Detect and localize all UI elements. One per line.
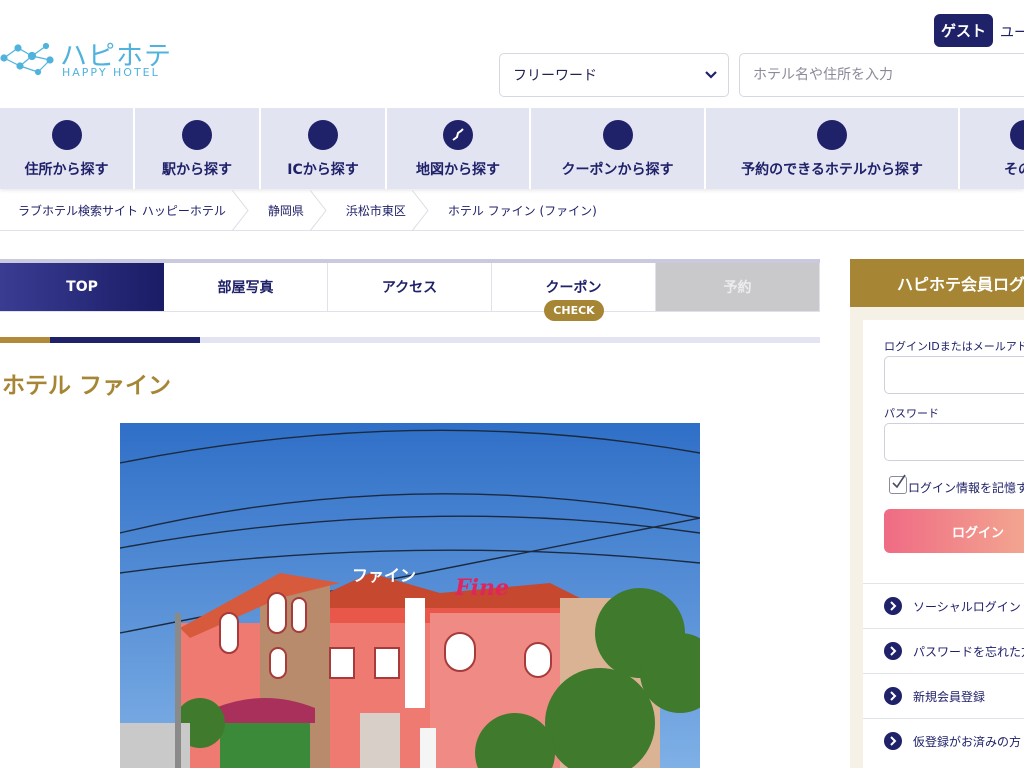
tab-reservation: 予約 [656, 263, 820, 312]
hotel-tabs: TOP 部屋写真 アクセス クーポン 予約 [0, 259, 820, 312]
link-label: 新規会員登録 [913, 689, 986, 704]
user-menu-link[interactable]: ユー [1000, 22, 1024, 42]
nav-item-label: その他 [1004, 162, 1024, 178]
nav-item-address[interactable]: 住所から探す [0, 108, 135, 189]
login-id-label: ログインIDまたはメールアドレ [884, 340, 1024, 353]
chevron-down-icon [705, 71, 717, 79]
progress-gold-segment [0, 337, 50, 343]
more-icon [1010, 120, 1024, 150]
map-icon [443, 120, 473, 150]
remember-checkbox[interactable] [889, 474, 907, 494]
breadcrumb-item-city[interactable]: 浜松市東区 [328, 189, 430, 231]
link-label: パスワードを忘れた方 [913, 644, 1024, 659]
check-icon [892, 474, 906, 489]
login-button[interactable]: ログイン [884, 509, 1024, 553]
forgot-password-link[interactable]: パスワードを忘れた方 [863, 628, 1024, 673]
chevron-right-icon [884, 732, 902, 750]
breadcrumb-separator-icon [309, 189, 327, 231]
breadcrumb-item-prefecture[interactable]: 静岡県 [250, 189, 328, 231]
link-label: ソーシャルログイン [913, 599, 1021, 614]
login-panel-title: ハピホテ会員ログ [850, 259, 1024, 307]
tab-access[interactable]: アクセス [328, 263, 492, 312]
search-type-value: フリーワード [513, 68, 597, 84]
coupon-check-badge[interactable]: CHECK [544, 300, 604, 321]
nav-item-coupon[interactable]: クーポンから探す [531, 108, 706, 189]
register-link[interactable]: 新規会員登録 [863, 673, 1024, 718]
link-label: 仮登録がお済みの方 [913, 734, 1022, 749]
train-icon [182, 120, 212, 150]
breadcrumb-item-current: ホテル ファイン (ファイン) [430, 190, 621, 231]
nav-item-ic[interactable]: ICから探す [261, 108, 387, 189]
chevron-right-icon [884, 597, 902, 615]
nav-item-map[interactable]: 地図から探す [387, 108, 531, 189]
search-type-select[interactable]: フリーワード [499, 53, 729, 97]
location-icon [51, 120, 82, 150]
chevron-right-icon [884, 687, 902, 705]
coupon-icon [602, 120, 633, 150]
breadcrumb-label: ホテル ファイン (ファイン) [447, 203, 597, 218]
pre-registered-link[interactable]: 仮登録がお済みの方 [863, 718, 1024, 763]
section-progress-bar [0, 337, 820, 343]
nav-item-label: 住所から探す [24, 162, 109, 178]
login-id-field[interactable] [884, 356, 1024, 394]
nav-item-label: 予約のできるホテルから探す [741, 162, 923, 178]
search-input[interactable] [739, 53, 1024, 97]
highway-icon [308, 120, 338, 150]
nav-item-other[interactable]: その他 [960, 108, 1024, 189]
nav-item-label: クーポンから探す [561, 162, 674, 178]
svg-text:ファイン: ファイン [352, 566, 416, 585]
hotel-title: ホテル ファイン [2, 373, 172, 399]
nav-item-label: 地図から探す [416, 162, 500, 178]
nav-item-reservable[interactable]: 予約のできるホテルから探す [706, 108, 960, 189]
category-nav: 住所から探す 駅から探す ICから探す 地図から探す クーポンから探す 予約ので… [0, 108, 1024, 189]
breadcrumb: ラブホテル検索サイト ハッピーホテル 静岡県 浜松市東区 ホテル ファイン (フ… [0, 189, 1024, 231]
tab-top[interactable]: TOP [0, 263, 164, 312]
breadcrumb-label: ラブホテル検索サイト ハッピーホテル [18, 203, 226, 218]
password-label: パスワード [884, 407, 939, 420]
breadcrumb-separator-icon [231, 189, 249, 231]
password-field[interactable] [884, 423, 1024, 461]
nav-item-label: ICから探す [287, 162, 359, 178]
breadcrumb-separator-icon [411, 189, 429, 231]
happy-hotel-logo[interactable]: ハピホテ HAPPY HOTEL [0, 36, 175, 82]
nav-item-station[interactable]: 駅から探す [135, 108, 261, 189]
calendar-icon [817, 120, 847, 150]
progress-navy-segment [50, 337, 200, 343]
guest-button[interactable]: ゲスト [934, 14, 993, 47]
breadcrumb-label: 静岡県 [267, 203, 304, 218]
remember-label[interactable]: ログイン情報を記憶す [908, 479, 1024, 496]
hotel-photo[interactable]: ファイン Fine [120, 423, 700, 768]
breadcrumb-label: 浜松市東区 [345, 203, 406, 218]
svg-text:Fine: Fine [454, 575, 509, 601]
social-login-link[interactable]: ソーシャルログイン [863, 583, 1024, 628]
logo-subtext: HAPPY HOTEL [62, 66, 160, 79]
breadcrumb-item-home[interactable]: ラブホテル検索サイト ハッピーホテル [0, 189, 250, 231]
chevron-right-icon [884, 642, 902, 660]
nav-item-label: 駅から探す [162, 162, 232, 178]
tab-room-photos[interactable]: 部屋写真 [164, 263, 328, 312]
